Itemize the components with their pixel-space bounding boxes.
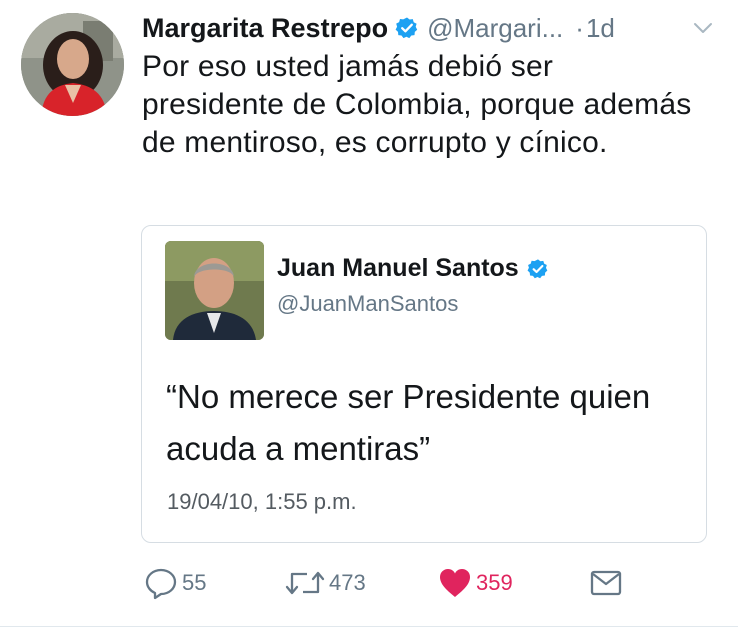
tweet-header: Margarita Restrepo @Margari... · 1d bbox=[142, 8, 714, 48]
quoted-author-name[interactable]: Juan Manuel Santos bbox=[277, 254, 519, 283]
separator-dot: · bbox=[575, 12, 584, 43]
chevron-down-icon[interactable] bbox=[692, 17, 714, 39]
author-avatar-image bbox=[21, 13, 124, 116]
reply-icon bbox=[145, 568, 177, 600]
retweet-icon bbox=[285, 571, 325, 595]
quoted-tweet-text: “No merece ser Presidente quien acuda a … bbox=[166, 378, 651, 467]
reply-button[interactable]: 55 bbox=[144, 564, 206, 602]
reply-count: 55 bbox=[182, 570, 207, 595]
retweet-count: 473 bbox=[329, 570, 366, 595]
author-name[interactable]: Margarita Restrepo bbox=[142, 13, 388, 44]
heart-icon bbox=[440, 569, 470, 597]
like-count: 359 bbox=[476, 570, 513, 595]
tweet-text: Por eso usted jamás debió ser presidente… bbox=[142, 50, 692, 159]
quoted-author-avatar bbox=[165, 241, 264, 340]
quoted-tweet-card[interactable]: Juan Manuel Santos @JuanManSantos “No me… bbox=[141, 225, 707, 543]
author-handle[interactable]: @Margari... bbox=[427, 13, 563, 44]
retweet-button[interactable]: 473 bbox=[285, 564, 366, 602]
author-avatar[interactable] bbox=[21, 13, 124, 116]
quoted-author-handle[interactable]: @JuanManSantos bbox=[277, 291, 458, 317]
like-button[interactable]: 359 bbox=[438, 564, 513, 602]
envelope-icon bbox=[590, 570, 622, 596]
direct-message-button[interactable] bbox=[590, 564, 622, 602]
verified-badge-icon bbox=[527, 258, 548, 278]
tweet-action-bar: 55 473 359 bbox=[142, 564, 642, 602]
quoted-avatar-image bbox=[165, 241, 264, 340]
tweet-timestamp[interactable]: 1d bbox=[586, 13, 615, 44]
quoted-tweet-date: 19/04/10, 1:55 p.m. bbox=[167, 489, 357, 514]
verified-badge-icon bbox=[395, 17, 418, 39]
quoted-author-name-row: Juan Manuel Santos bbox=[277, 254, 549, 283]
